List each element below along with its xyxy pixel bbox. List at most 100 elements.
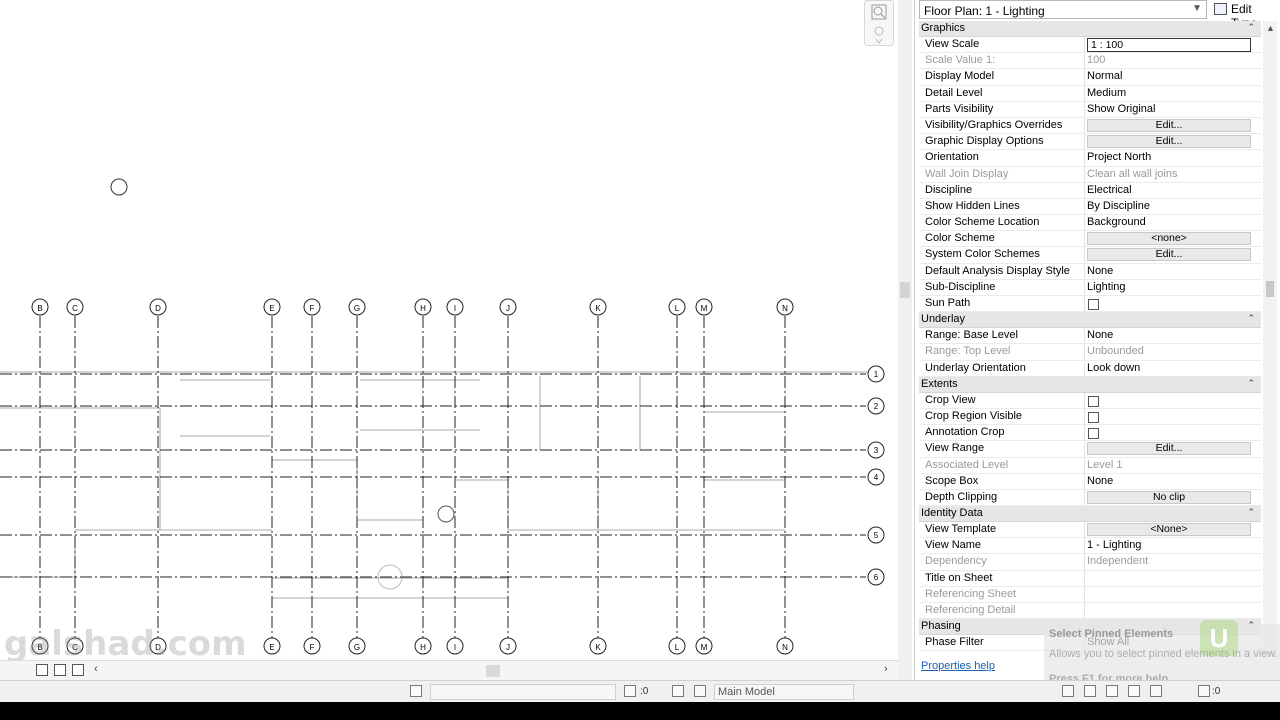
type-selector-value: Floor Plan: 1 - Lighting [924,4,1045,18]
group-header-graphics[interactable]: Graphics ⌃ [919,21,1261,37]
editing-requests-icon[interactable] [624,685,636,697]
property-value[interactable]: Edit... [1085,247,1261,262]
property-value[interactable]: Edit... [1085,118,1261,133]
edit-type-button[interactable]: Edit Type [1211,0,1280,30]
property-name: Sub-Discipline [919,279,1085,295]
property-name: Discipline [919,182,1085,198]
property-row: Display Model Normal [919,69,1261,86]
navigation-wheel-icon[interactable] [865,1,895,47]
collapse-icon[interactable]: ⌃ [1247,22,1255,33]
view-control-bar[interactable]: ‹ › [0,660,898,680]
vertical-scroll-thumb[interactable] [900,282,910,298]
group-header-identity-data[interactable]: Identity Data ⌃ [919,506,1261,523]
group-header-underlay[interactable]: Underlay ⌃ [919,312,1261,329]
property-checkbox[interactable] [1088,395,1099,407]
fixture-symbol[interactable] [437,505,455,523]
canvas-vertical-scrollbar[interactable] [898,0,912,680]
property-value[interactable]: Electrical [1085,183,1261,198]
property-value[interactable]: Medium [1085,86,1261,101]
properties-scrollbar[interactable]: ▲ [1263,21,1277,655]
property-edit-button[interactable]: Edit... [1087,442,1251,456]
property-value[interactable] [1085,296,1261,311]
main-model-icon[interactable] [694,685,706,697]
grid-label-top: J [506,304,510,313]
horizontal-scroll-thumb[interactable] [486,665,500,677]
property-edit-button[interactable]: Edit... [1087,248,1251,262]
property-value[interactable]: Lighting [1085,280,1261,295]
property-row: Associated Level Level 1 [919,457,1261,474]
filter-icon[interactable] [1198,685,1210,697]
visual-style-icon[interactable] [36,664,48,676]
grid-label-top: E [269,304,274,313]
property-value[interactable]: 1 - Lighting [1085,538,1261,553]
scroll-right-icon[interactable]: › [884,663,888,675]
property-value[interactable]: None [1085,264,1261,279]
property-value[interactable]: <none> [1085,231,1261,246]
select-pinned-icon[interactable] [1106,685,1118,697]
collapse-icon[interactable]: ⌃ [1247,507,1255,518]
property-value[interactable]: By Discipline [1085,199,1261,214]
property-value[interactable]: 1 : 100 [1085,37,1261,52]
collapse-icon[interactable]: ⌃ [1247,313,1255,324]
property-value: 100 [1087,54,1106,67]
property-value[interactable]: Background [1085,215,1261,230]
design-option-value: Main Model [718,686,775,698]
property-value[interactable]: Project North [1085,150,1261,165]
property-name: Detail Level [919,85,1085,101]
select-underlay-icon[interactable] [1084,685,1096,697]
scroll-up-icon[interactable]: ▲ [1266,23,1275,33]
sun-path-icon[interactable] [54,664,66,676]
property-value[interactable]: None [1085,474,1261,489]
elevation-marker[interactable] [110,178,128,196]
property-checkbox[interactable] [1088,299,1099,310]
property-value[interactable]: Edit... [1085,134,1261,149]
property-row: View Scale 1 : 100 [919,37,1261,54]
property-value [1085,603,1261,618]
select-by-face-icon[interactable] [1128,685,1140,697]
navigation-bar[interactable] [864,0,894,46]
design-options-icon[interactable] [672,685,684,697]
property-name: Referencing Sheet [919,586,1085,602]
property-checkbox[interactable] [1088,411,1099,423]
group-header-label: Graphics [921,22,966,34]
properties-help-link[interactable]: Properties help [921,660,995,672]
property-name: Scale Value 1: [919,53,1085,69]
worksets-icon[interactable] [410,685,422,697]
active-workset-dropdown[interactable] [430,684,616,700]
property-value[interactable]: Look down [1085,361,1261,376]
drawing-canvas[interactable]: BBCCDDEEFFGGHHIIJJKKLLMMNN123456 galshad… [0,0,898,680]
grid-label-right: 4 [874,473,879,482]
property-value[interactable] [1085,393,1261,408]
drag-elements-icon[interactable] [1150,685,1162,697]
property-edit-button[interactable]: <none> [1087,232,1251,246]
property-name: View Range [919,441,1085,457]
properties-scroll-thumb[interactable] [1266,281,1274,297]
property-value[interactable]: Normal [1085,69,1261,84]
property-name: Crop Region Visible [919,408,1085,425]
collapse-icon[interactable]: ⌃ [1247,378,1255,389]
property-value[interactable]: None [1085,328,1261,343]
property-value[interactable]: Show Original [1085,102,1261,117]
property-edit-button[interactable]: <None> [1087,523,1251,537]
property-input[interactable]: 1 : 100 [1087,38,1251,52]
type-selector-dropdown[interactable]: Floor Plan: 1 - Lighting ▼ [919,0,1207,19]
property-row: Crop View [919,392,1261,409]
property-name: View Scale [919,37,1085,53]
crop-view-icon[interactable] [72,664,84,676]
property-value[interactable] [1085,425,1261,440]
select-links-icon[interactable] [1062,685,1074,697]
floor-plan-drawing[interactable]: BBCCDDEEFFGGHHIIJJKKLLMMNN123456 [0,0,898,660]
property-edit-button[interactable]: Edit... [1087,118,1251,132]
property-value[interactable] [1085,571,1261,586]
scroll-left-icon[interactable]: ‹ [94,663,98,675]
property-edit-button[interactable]: No clip [1087,490,1251,504]
property-edit-button[interactable]: Edit... [1087,135,1251,149]
grid-label-bottom: L [675,643,680,652]
property-value[interactable]: No clip [1085,490,1261,505]
property-value[interactable]: Edit... [1085,441,1261,456]
group-header-extents[interactable]: Extents ⌃ [919,376,1261,393]
design-option-dropdown[interactable]: Main Model [714,684,854,700]
property-value[interactable]: <None> [1085,522,1261,537]
property-value[interactable] [1085,409,1261,424]
property-checkbox[interactable] [1088,428,1099,440]
